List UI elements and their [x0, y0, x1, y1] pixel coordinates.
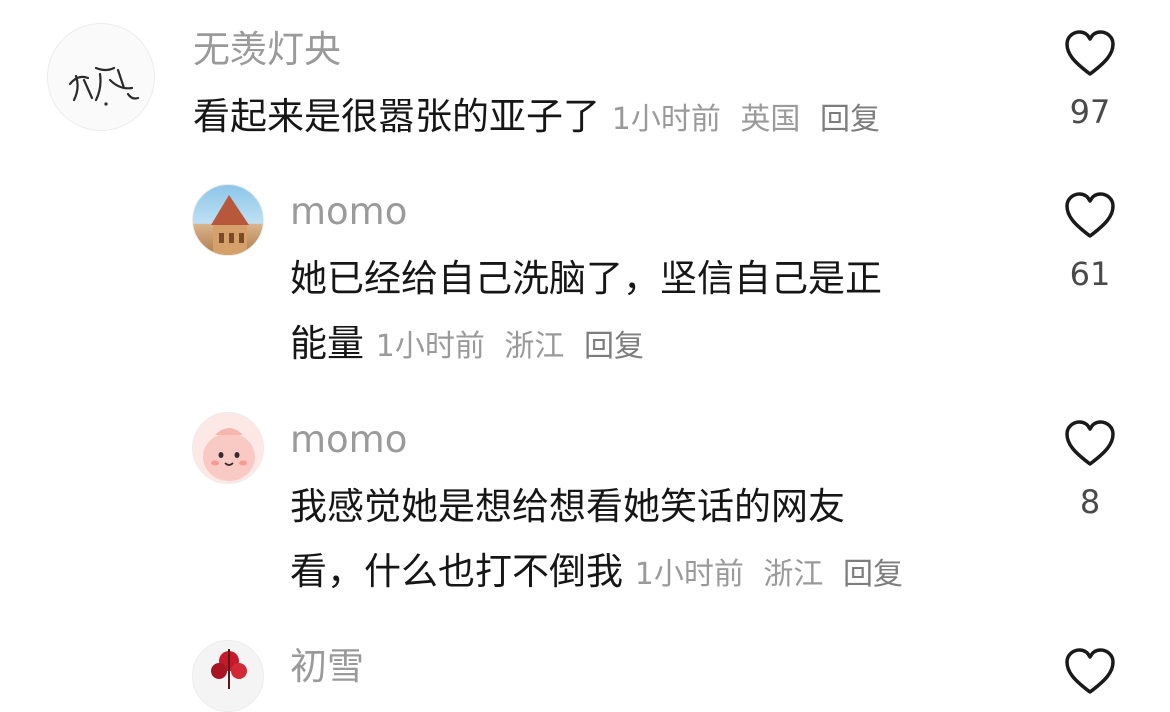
avatar[interactable]	[192, 184, 264, 256]
heart-icon	[1065, 192, 1115, 238]
avatar[interactable]	[47, 23, 155, 131]
comment-location: 浙江	[763, 557, 824, 592]
comment-time: 1小时前	[634, 557, 744, 592]
comment-list-screen: { "comments": [ { "username": "无羡灯央", "t…	[0, 0, 1170, 712]
like-count: 61	[1069, 255, 1111, 293]
heart-icon	[1065, 30, 1115, 76]
comment-text: 能量	[290, 322, 364, 365]
comment-text: 看，什么也打不倒我	[290, 550, 623, 593]
comment-text-block: 她已经给自己洗脑了，坚信自己是正 能量 1小时前 浙江 回复	[290, 246, 1010, 379]
comment-text-line: 我感觉她是想给想看她笑话的网友	[290, 485, 845, 528]
comment-text: 看起来是很嚣张的亚子了	[193, 95, 600, 138]
cartoon-pink-avatar-image	[203, 428, 255, 481]
comment-location: 英国	[740, 102, 801, 137]
like-button[interactable]: 61	[1060, 192, 1120, 294]
comment-text-block: 看起来是很嚣张的亚子了 1小时前 英国 回复	[193, 84, 1013, 152]
like-count: 8	[1079, 483, 1101, 521]
comment-text-line-2: 能量 1小时前 浙江 回复	[290, 311, 1010, 379]
comment-meta: 1小时前 英国 回复	[612, 102, 890, 137]
like-button[interactable]: 97	[1060, 30, 1120, 132]
comment-text-block: 我感觉她是想给想看她笑话的网友 看，什么也打不倒我 1小时前 浙江 回复	[290, 474, 1010, 607]
reply-button[interactable]: 回复	[820, 102, 880, 137]
username[interactable]: 初雪	[290, 645, 364, 689]
like-button[interactable]: 8	[1060, 420, 1120, 522]
username[interactable]: momo	[290, 190, 407, 234]
username[interactable]: momo	[290, 418, 407, 462]
reply-button[interactable]: 回复	[584, 329, 644, 364]
comment-text-line: 她已经给自己洗脑了，坚信自己是正	[290, 257, 882, 300]
comment-location: 浙江	[504, 329, 565, 364]
comment-text-line-2: 看，什么也打不倒我 1小时前 浙江 回复	[290, 539, 1010, 607]
username[interactable]: 无羡灯央	[193, 28, 341, 72]
building-avatar-image	[211, 195, 249, 255]
red-flower-avatar-image	[211, 649, 247, 689]
like-button[interactable]	[1060, 648, 1120, 696]
comment-time: 1小时前	[375, 329, 485, 364]
comment-time: 1小时前	[611, 102, 721, 137]
heart-icon	[1065, 648, 1115, 694]
comment-meta: 1小时前 浙江 回复	[635, 557, 913, 592]
calligraphy-avatar-image	[68, 66, 140, 106]
avatar[interactable]	[192, 640, 264, 712]
comment-meta: 1小时前 浙江 回复	[376, 329, 654, 364]
avatar[interactable]	[192, 412, 264, 484]
like-count: 97	[1069, 93, 1111, 131]
reply-button[interactable]: 回复	[843, 557, 903, 592]
heart-icon	[1065, 420, 1115, 466]
